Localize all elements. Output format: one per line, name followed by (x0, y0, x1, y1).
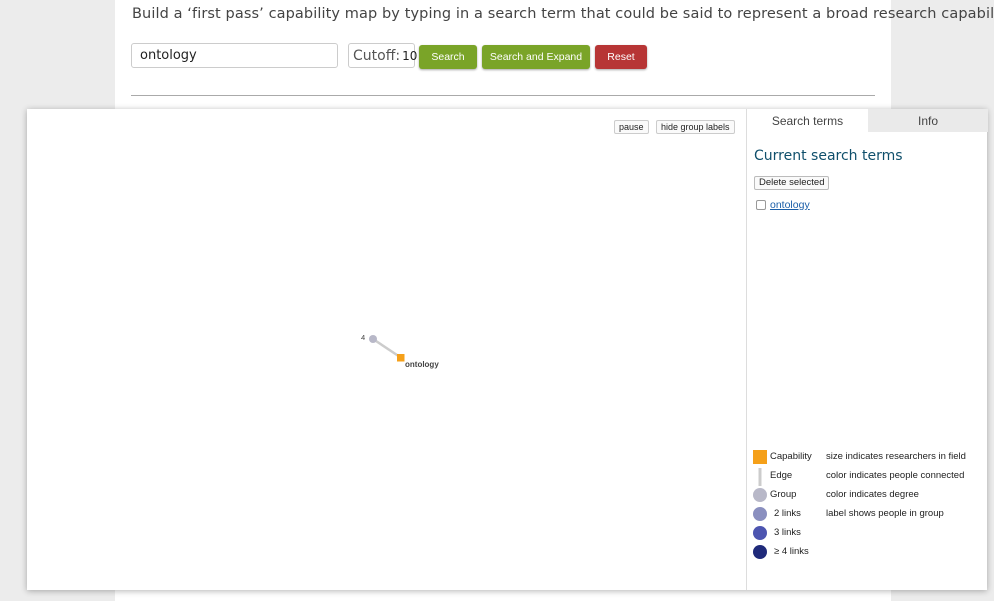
term-link[interactable]: ontology (770, 199, 810, 211)
legend-description: size indicates researchers in field (826, 451, 966, 462)
legend-label: Capability (770, 451, 812, 462)
legend-description: color indicates people connected (826, 470, 965, 481)
divider (131, 95, 875, 96)
group-node-label: 4 (361, 333, 365, 342)
legend-description: color indicates degree (826, 489, 919, 500)
cutoff-label: Cutoff: (353, 47, 401, 64)
search-term-item: ontology (756, 199, 810, 211)
term-checkbox[interactable] (756, 200, 766, 210)
degree-circle-icon (753, 507, 767, 521)
reset-button[interactable]: Reset (595, 45, 647, 69)
capability-node[interactable] (397, 354, 405, 362)
capability-node-label: ontology (405, 360, 439, 369)
current-search-terms-title: Current search terms (754, 148, 903, 164)
search-input[interactable] (131, 43, 338, 68)
graph-edge (372, 337, 401, 359)
search-button[interactable]: Search (419, 45, 477, 69)
degree-circle-icon (753, 545, 767, 559)
cutoff-field[interactable]: Cutoff: (348, 43, 425, 68)
search-and-expand-button[interactable]: Search and Expand (482, 45, 590, 69)
group-circle-icon (753, 488, 767, 502)
network-graph[interactable]: 4 ontology (27, 109, 746, 590)
capability-square-icon (753, 450, 767, 464)
legend-row-capability: Capability size indicates researchers in… (752, 449, 987, 465)
legend-label: ≥ 4 links (774, 546, 809, 557)
graph-area[interactable]: pause hide group labels 4 ontology (27, 109, 746, 590)
sidebar: Search terms Info Current search terms D… (746, 109, 988, 590)
legend-description: label shows people in group (826, 508, 944, 519)
degree-circle-icon (753, 526, 767, 540)
legend-label: Edge (770, 470, 793, 481)
legend-label: Group (770, 489, 797, 500)
legend-row-group: Group color indicates degree (752, 487, 987, 503)
tab-info[interactable]: Info (868, 109, 988, 132)
legend-row-edge: Edge color indicates people connected (752, 468, 987, 486)
group-node[interactable] (369, 335, 377, 343)
edge-line-icon (758, 468, 762, 486)
tab-search-terms[interactable]: Search terms (747, 109, 868, 132)
legend-label: 2 links (774, 508, 801, 519)
delete-selected-button[interactable]: Delete selected (754, 176, 830, 190)
legend-label: 3 links (774, 527, 801, 538)
legend-row-2-links: 2 links label shows people in group (752, 506, 987, 522)
intro-text: Build a ‘first pass’ capability map by t… (132, 6, 994, 22)
legend-row-4-links: ≥ 4 links (752, 544, 987, 560)
capability-map-panel: pause hide group labels 4 ontology Searc… (27, 109, 988, 590)
legend-row-3-links: 3 links (752, 525, 987, 541)
